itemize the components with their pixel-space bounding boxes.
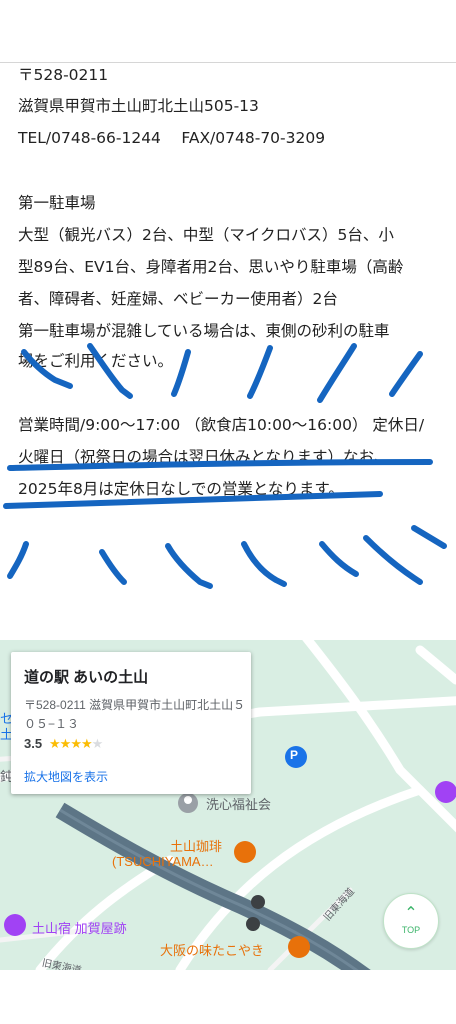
place-title: 道の駅 あいの土山 [24,669,149,686]
annotation-stroke [99,549,127,585]
poi-takoyaki[interactable]: 大阪の味たこやき [160,940,264,959]
annotation-stroke [247,345,273,399]
parking-icon[interactable]: P [290,748,298,762]
annotation-stroke [21,349,73,389]
chevron-up-icon: ⌃ [404,903,418,922]
place-address: 〒528-0211 滋賀県甲賀市土山町北土山５０５−１３ [24,698,246,731]
annotation-stroke [411,525,447,549]
poi-cafe-sub[interactable]: (TSUCHIYAMA… [112,854,214,869]
star-icon: ★ [49,736,61,751]
annotation-stroke [319,541,359,577]
annotation-stroke [87,343,133,399]
scroll-top-button[interactable]: ⌃ TOP [383,893,439,949]
annotation-stroke [241,541,287,587]
annotation-stroke [7,541,29,579]
poi-welfare[interactable]: 洗心福祉会 [206,794,271,813]
star-icon: ★ [59,736,72,751]
star-half-icon: ★ [80,736,93,751]
annotation-strokes [3,343,447,589]
place-info-card: 道の駅 あいの土山 〒528-0211 滋賀県甲賀市土山町北土山５０５−１３ 3… [11,652,251,794]
star-icon: ★ [70,736,82,751]
rating-stars: ★★★★★ [49,736,104,752]
underline-1 [7,459,433,471]
annotation-stroke [165,543,213,589]
annotation-stroke [171,349,191,397]
top-label: TOP [401,925,421,935]
star-empty-icon: ★ [91,736,104,751]
poi-cafe-name[interactable]: 土山珈琲 [170,836,222,855]
annotation-stroke [363,535,423,585]
open-larger-map-link[interactable]: 拡大地図を表示 [24,768,108,785]
underline-2 [3,491,383,509]
annotation-stroke [389,351,423,397]
poi-shukuba[interactable]: 土山宿 加賀屋跡 [32,918,127,937]
annotation-stroke [317,343,357,403]
rating-value: 3.5 [24,736,43,751]
